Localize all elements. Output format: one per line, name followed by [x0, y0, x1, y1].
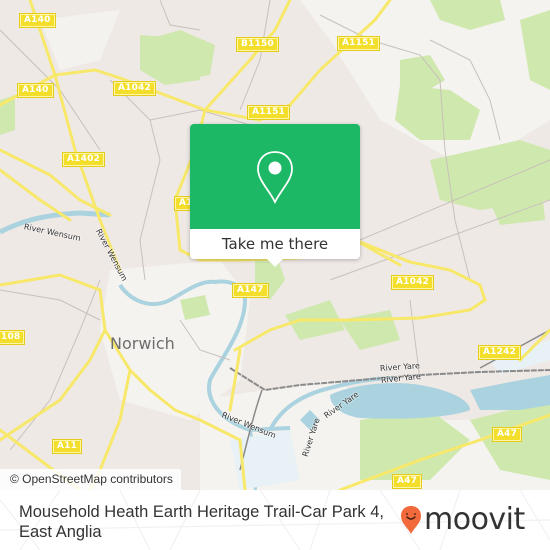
road-label-a1151: A1151 — [246, 105, 291, 120]
map-attribution[interactable]: © OpenStreetMap contributors — [0, 469, 181, 490]
moovit-logo[interactable]: moovit — [400, 502, 525, 538]
location-popup: Take me there — [190, 124, 360, 267]
road-label-a1151: A1151 — [336, 36, 381, 51]
map-view[interactable]: A140 A140 A1042 B1150 A1151 A1151 A1402 … — [0, 0, 550, 490]
road-label-a140: A140 — [19, 13, 56, 28]
location-title-line2: East Anglia — [19, 523, 102, 541]
moovit-wordmark: moovit — [424, 502, 525, 537]
road-label-a47: A47 — [391, 474, 423, 489]
place-label-norwich: Norwich — [110, 334, 175, 353]
take-me-there-button[interactable]: Take me there — [190, 229, 360, 259]
location-title-line1: Mousehold Heath Earth Heritage Trail-Car… — [19, 503, 384, 521]
popup-header — [190, 124, 360, 229]
road-label-a1242: A1242 — [477, 345, 522, 360]
road-label-a1402: A1402 — [61, 152, 106, 167]
road-label-a11: A11 — [51, 439, 83, 454]
road-label-a1042: A1042 — [390, 275, 435, 290]
popup-pointer — [267, 259, 283, 267]
road-label-a140: A140 — [17, 83, 54, 98]
road-label-a47: A47 — [491, 427, 523, 442]
location-title: Mousehold Heath Earth Heritage Trail-Car… — [19, 502, 399, 542]
moovit-pin-smile-icon — [401, 506, 421, 534]
map-pin-icon — [257, 150, 293, 204]
road-label-a1042: A1042 — [112, 81, 157, 96]
footer: Mousehold Heath Earth Heritage Trail-Car… — [0, 490, 550, 550]
road-label-b1150: B1150 — [236, 37, 279, 52]
road-label-a108: 108 — [0, 330, 26, 345]
road-label-a147: A147 — [232, 283, 269, 298]
